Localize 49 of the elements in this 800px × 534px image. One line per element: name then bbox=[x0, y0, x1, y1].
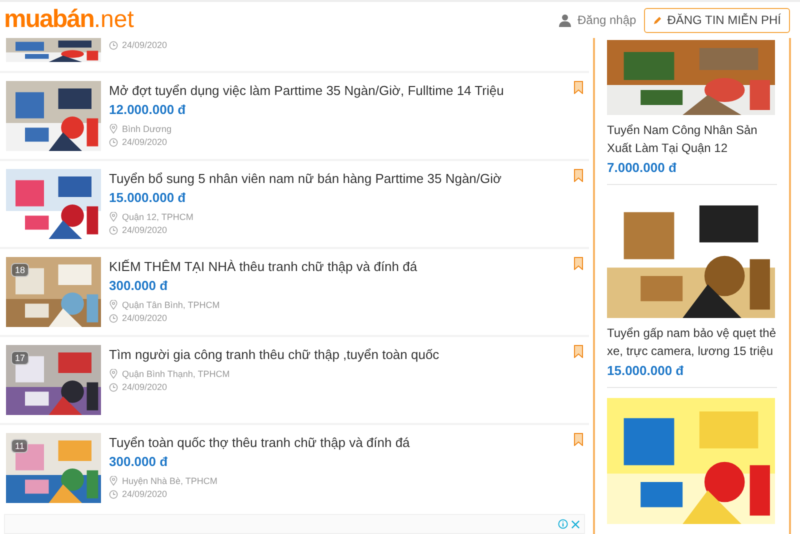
location-pin-icon bbox=[109, 300, 118, 310]
login-link[interactable]: Đăng nhập bbox=[577, 11, 636, 29]
sidebar-job-price: 7.000.000 đ bbox=[607, 159, 678, 177]
location-pin-icon bbox=[109, 369, 118, 379]
listing-title[interactable]: Mở đợt tuyển dụng việc làm Parttime 35 Ngàn/Giờ, Fulltime 14 Triệu bbox=[109, 82, 566, 99]
bookmark-icon[interactable] bbox=[574, 81, 583, 94]
clock-icon bbox=[109, 314, 118, 322]
sidebar-job-title[interactable]: Tuyển gấp nam bảo vệ quẹt thẻ xe, trực camera, lương 15 triệu bbox=[607, 324, 777, 360]
listing-location: Huyện Nhà Bè, TPHCM bbox=[122, 475, 218, 487]
listing-location: Bình Dương bbox=[122, 123, 172, 135]
bookmark-icon[interactable] bbox=[574, 345, 583, 358]
photo-count-badge: 18 bbox=[11, 263, 30, 277]
clock-icon bbox=[109, 138, 118, 146]
bookmark-icon[interactable] bbox=[574, 433, 583, 446]
clock-icon bbox=[109, 490, 118, 498]
listing-price: 300.000 đ bbox=[109, 277, 169, 294]
clock-icon bbox=[109, 40, 118, 50]
sidebar-job-title[interactable]: Tuyển Nam Công Nhân Sản Xuất Làm Tại Quận 12 bbox=[607, 121, 777, 157]
pencil-icon bbox=[653, 16, 662, 24]
bookmark-icon[interactable] bbox=[574, 169, 583, 182]
listing-location: Quận 12, TPHCM bbox=[122, 211, 194, 223]
listing-title[interactable]: Tuyển bổ sung 5 nhân viên nam nữ bán hàng Parttime 35 Ngàn/Giờ bbox=[109, 170, 566, 187]
listing-date: 24/09/2020 bbox=[122, 224, 168, 236]
post-free-button[interactable]: ĐĂNG TIN MIỄN PHÍ bbox=[644, 8, 790, 32]
listing-date: 24/09/2020 bbox=[122, 136, 168, 148]
info-icon[interactable] bbox=[558, 519, 568, 529]
listing-price: 12.000.000 đ bbox=[109, 101, 187, 118]
location-pin-icon bbox=[109, 212, 118, 222]
listing-date: 24/09/2020 bbox=[122, 312, 168, 324]
listing-date: 24/09/2020 bbox=[122, 39, 168, 51]
photo-count-badge: 11 bbox=[11, 439, 28, 453]
user-icon bbox=[559, 14, 572, 26]
clock-icon bbox=[109, 382, 118, 392]
location-pin-icon bbox=[109, 124, 118, 134]
listing-price: 300.000 đ bbox=[109, 453, 169, 470]
bookmark-icon[interactable] bbox=[574, 257, 583, 270]
listing-location: Quận Bình Thạnh, TPHCM bbox=[122, 368, 230, 380]
listing-location: Quận Tân Bình, TPHCM bbox=[122, 299, 220, 311]
photo-count-badge: 17 bbox=[11, 351, 30, 365]
close-icon[interactable] bbox=[571, 520, 580, 528]
listing-title[interactable]: Tuyển toàn quốc thợ thêu tranh chữ thập và đính đá bbox=[109, 434, 566, 451]
clock-icon bbox=[109, 226, 118, 234]
listing-date: 24/09/2020 bbox=[122, 381, 168, 393]
sidebar-job-price: 15.000.000 đ bbox=[607, 362, 685, 380]
listing-date: 24/09/2020 bbox=[122, 488, 168, 500]
listing-title[interactable]: Tìm người gia công tranh thêu chữ thập ,tuyển toàn quốc bbox=[109, 346, 566, 363]
listing-price: 15.000.000 đ bbox=[109, 189, 187, 206]
listing-title[interactable]: KIẾM THÊM TẠI NHÀ thêu tranh chữ thập và đính đá bbox=[109, 258, 566, 275]
location-pin-icon bbox=[109, 476, 118, 486]
